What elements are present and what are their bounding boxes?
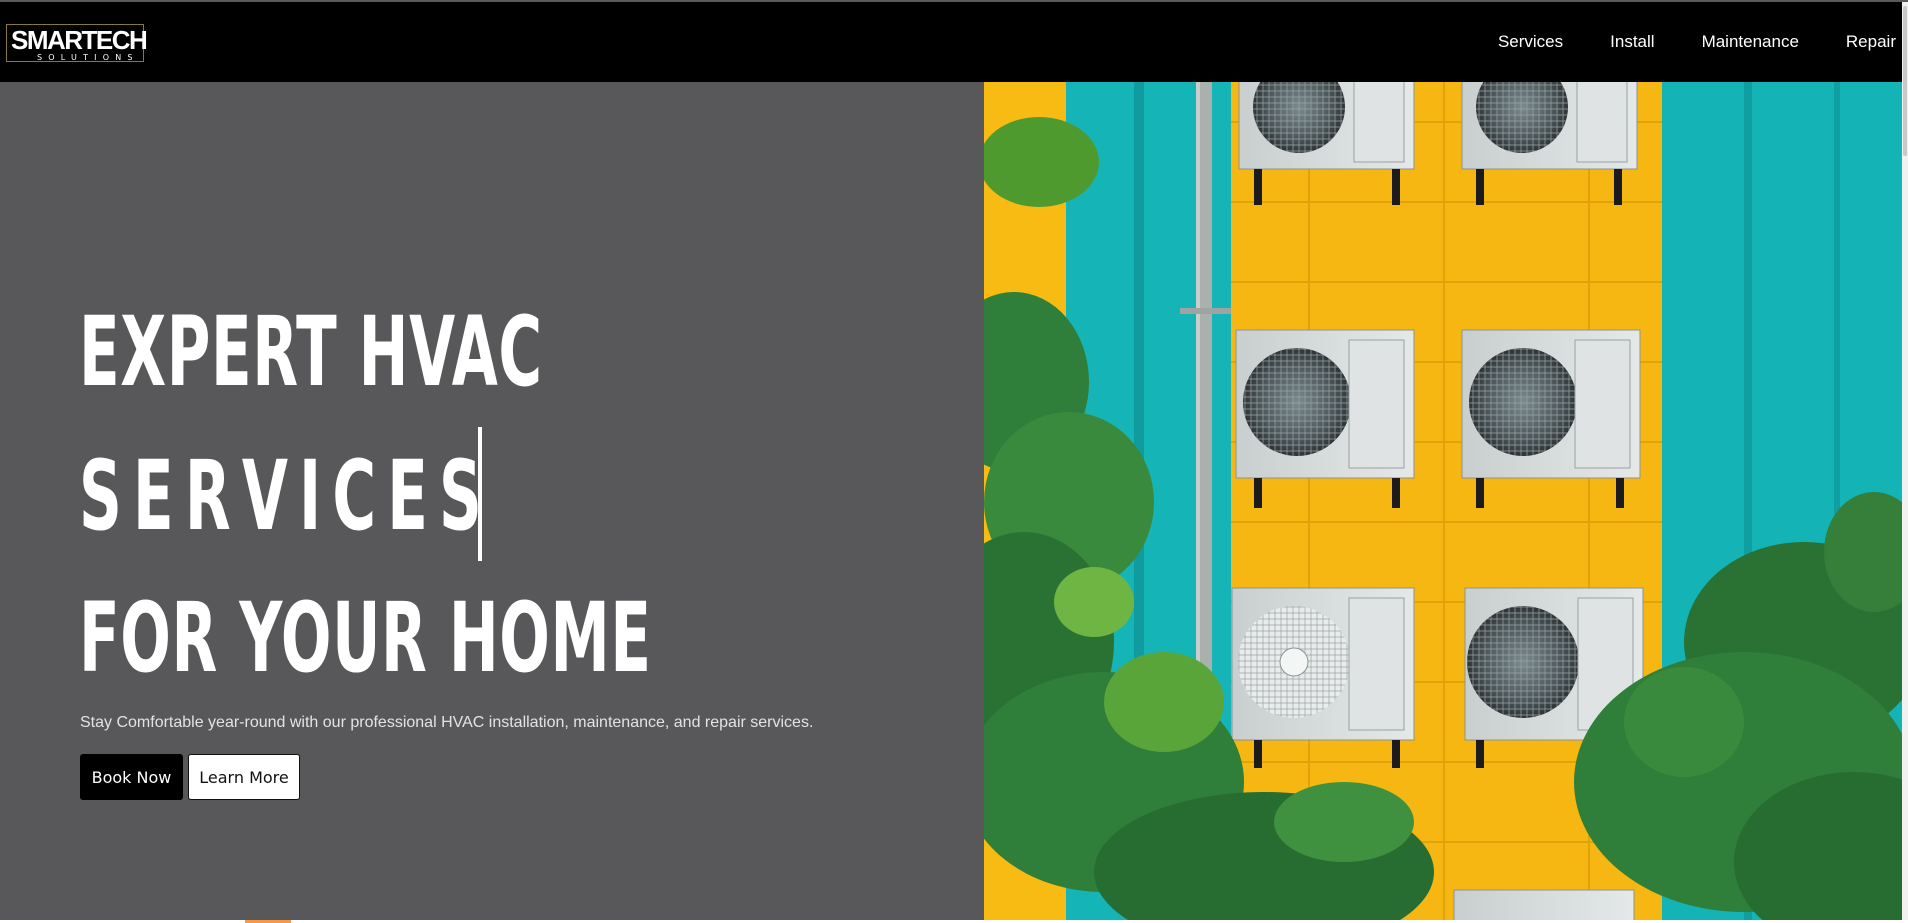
navbar: SMARTECH SOLUTIONS Services Install Main… [0, 2, 1908, 82]
hero-subtitle: Stay Comfortable year-round with our pro… [80, 714, 814, 731]
nav-link-services[interactable]: Services [1498, 32, 1563, 52]
hero-image-hvac-units [984, 82, 1902, 922]
logo-tagline: SOLUTIONS [37, 53, 139, 62]
learn-more-button[interactable]: Learn More [188, 754, 300, 800]
book-now-button[interactable]: Book Now [80, 754, 183, 800]
hero-text-panel: EXPERT HVAC SERVICES FOR YOUR HOME Stay … [0, 82, 984, 922]
hero-headline-line-1: EXPERT HVAC [79, 296, 543, 408]
nav-link-install[interactable]: Install [1610, 32, 1654, 52]
hero-headline-line-2: SERVICES [79, 440, 494, 552]
page: SMARTECH SOLUTIONS Services Install Main… [0, 0, 1908, 923]
vertical-scrollbar[interactable] [1902, 2, 1908, 923]
nav-link-repair[interactable]: Repair [1846, 32, 1896, 52]
scrollbar-thumb[interactable] [1903, 6, 1907, 156]
typing-cursor [478, 427, 482, 561]
nav-link-maintenance[interactable]: Maintenance [1702, 32, 1799, 52]
logo-wordmark: SMARTECH [11, 25, 148, 55]
brand-logo[interactable]: SMARTECH SOLUTIONS [6, 24, 148, 62]
hero-headline-line-3: FOR YOUR HOME [79, 582, 652, 694]
hvac-illustration [984, 82, 1902, 922]
nav-links: Services Install Maintenance Repair [1451, 2, 1896, 82]
